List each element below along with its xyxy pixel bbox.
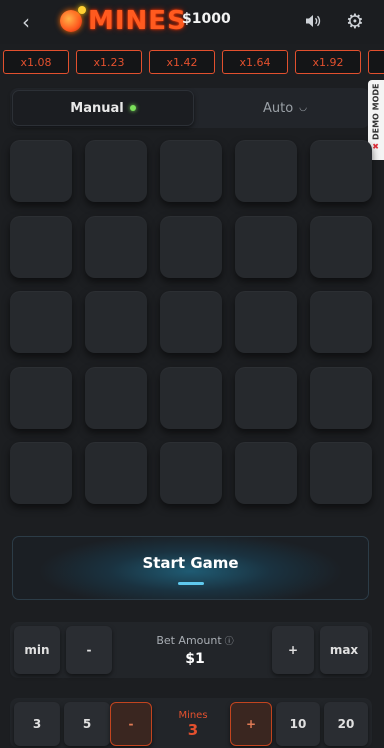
mines-controls: 3 5 - Mines 3 + 10 20	[10, 698, 372, 748]
start-game-button[interactable]: Start Game	[12, 536, 369, 600]
gear-icon: ⚙	[346, 9, 364, 33]
chevron-left-icon: ‹	[22, 10, 30, 34]
tab-manual-label: Manual	[70, 100, 124, 116]
back-button[interactable]: ‹	[12, 8, 40, 36]
logo: MINES	[60, 6, 187, 36]
sound-button[interactable]	[300, 8, 326, 34]
mines-count-field: Mines 3	[156, 702, 230, 746]
mine-tile[interactable]	[310, 215, 372, 278]
start-game-label: Start Game	[142, 554, 239, 572]
bet-amount-label: Bet Amount	[156, 633, 222, 647]
mine-tile[interactable]	[310, 140, 372, 202]
multiplier-chip: x1.64	[222, 50, 288, 74]
mine-tile[interactable]	[160, 366, 222, 429]
mine-tile[interactable]	[10, 291, 72, 353]
mines-grid	[10, 140, 372, 510]
speaker-icon	[306, 15, 321, 27]
bet-amount-field[interactable]: Bet Amount ⓘ $1	[118, 626, 272, 674]
close-icon: ✖	[371, 142, 381, 150]
multiplier-chip: x1.08	[3, 50, 69, 74]
mine-tile[interactable]	[10, 366, 72, 429]
spinner-icon: ◡	[299, 103, 308, 113]
multiplier-chip-partial	[368, 50, 384, 74]
mine-tile[interactable]	[235, 366, 297, 429]
mine-tile[interactable]	[235, 442, 297, 504]
tab-manual[interactable]: Manual	[12, 90, 194, 126]
button-indicator	[178, 582, 204, 585]
info-icon: ⓘ	[224, 636, 234, 647]
mine-tile[interactable]	[235, 140, 297, 202]
tab-auto[interactable]: Auto ◡	[200, 90, 370, 126]
mine-tile[interactable]	[85, 140, 147, 202]
mine-tile[interactable]	[235, 215, 297, 278]
mine-tile[interactable]	[235, 291, 297, 353]
mines-label: Mines	[178, 710, 208, 721]
bet-min-button[interactable]: min	[14, 626, 60, 674]
multiplier-chip: x1.42	[149, 50, 215, 74]
multiplier-chip: x1.23	[76, 50, 142, 74]
mine-tile[interactable]	[310, 442, 372, 504]
mine-tile[interactable]	[85, 442, 147, 504]
bet-label-row: Bet Amount ⓘ	[156, 634, 233, 647]
active-dot-icon	[129, 105, 136, 111]
demo-mode-label: DEMO MODE	[371, 83, 381, 141]
bomb-icon	[60, 6, 86, 32]
mines-value: 3	[187, 721, 199, 739]
bet-max-button[interactable]: max	[320, 626, 368, 674]
multiplier-chip: x1.92	[295, 50, 361, 74]
mine-tile[interactable]	[310, 366, 372, 429]
mines-preset-5[interactable]: 5	[64, 702, 110, 746]
bet-decrease-button[interactable]: -	[66, 626, 112, 674]
logo-text: MINES	[88, 6, 187, 36]
mine-tile[interactable]	[10, 442, 72, 504]
mine-tile[interactable]	[160, 442, 222, 504]
balance: $1000	[182, 11, 231, 27]
mine-tile[interactable]	[310, 291, 372, 353]
mines-preset-10[interactable]: 10	[276, 702, 320, 746]
mine-tile[interactable]	[85, 291, 147, 353]
demo-mode-text: ✖ DEMO MODE	[372, 77, 381, 157]
mines-decrease-button[interactable]: -	[110, 702, 152, 746]
tab-auto-label: Auto	[262, 100, 294, 116]
mine-tile[interactable]	[160, 140, 222, 202]
mine-tile[interactable]	[160, 215, 222, 278]
settings-button[interactable]: ⚙	[342, 8, 368, 34]
mine-tile[interactable]	[160, 291, 222, 353]
mines-preset-3[interactable]: 3	[14, 702, 60, 746]
bet-amount-value: $1	[185, 650, 205, 667]
bet-increase-button[interactable]: +	[272, 626, 314, 674]
mine-tile[interactable]	[85, 366, 147, 429]
mine-tile[interactable]	[10, 215, 72, 278]
top-bar: ‹ MINES $1000 ⚙	[0, 0, 384, 44]
multiplier-strip: x1.08 x1.23 x1.42 x1.64 x1.92	[0, 50, 384, 78]
bet-controls: min - Bet Amount ⓘ $1 + max	[10, 622, 372, 678]
mine-tile[interactable]	[85, 215, 147, 278]
mode-tabs: Manual Auto ◡	[10, 88, 370, 128]
mine-tile[interactable]	[10, 140, 72, 202]
mines-increase-button[interactable]: +	[230, 702, 272, 746]
mines-preset-20[interactable]: 20	[324, 702, 368, 746]
